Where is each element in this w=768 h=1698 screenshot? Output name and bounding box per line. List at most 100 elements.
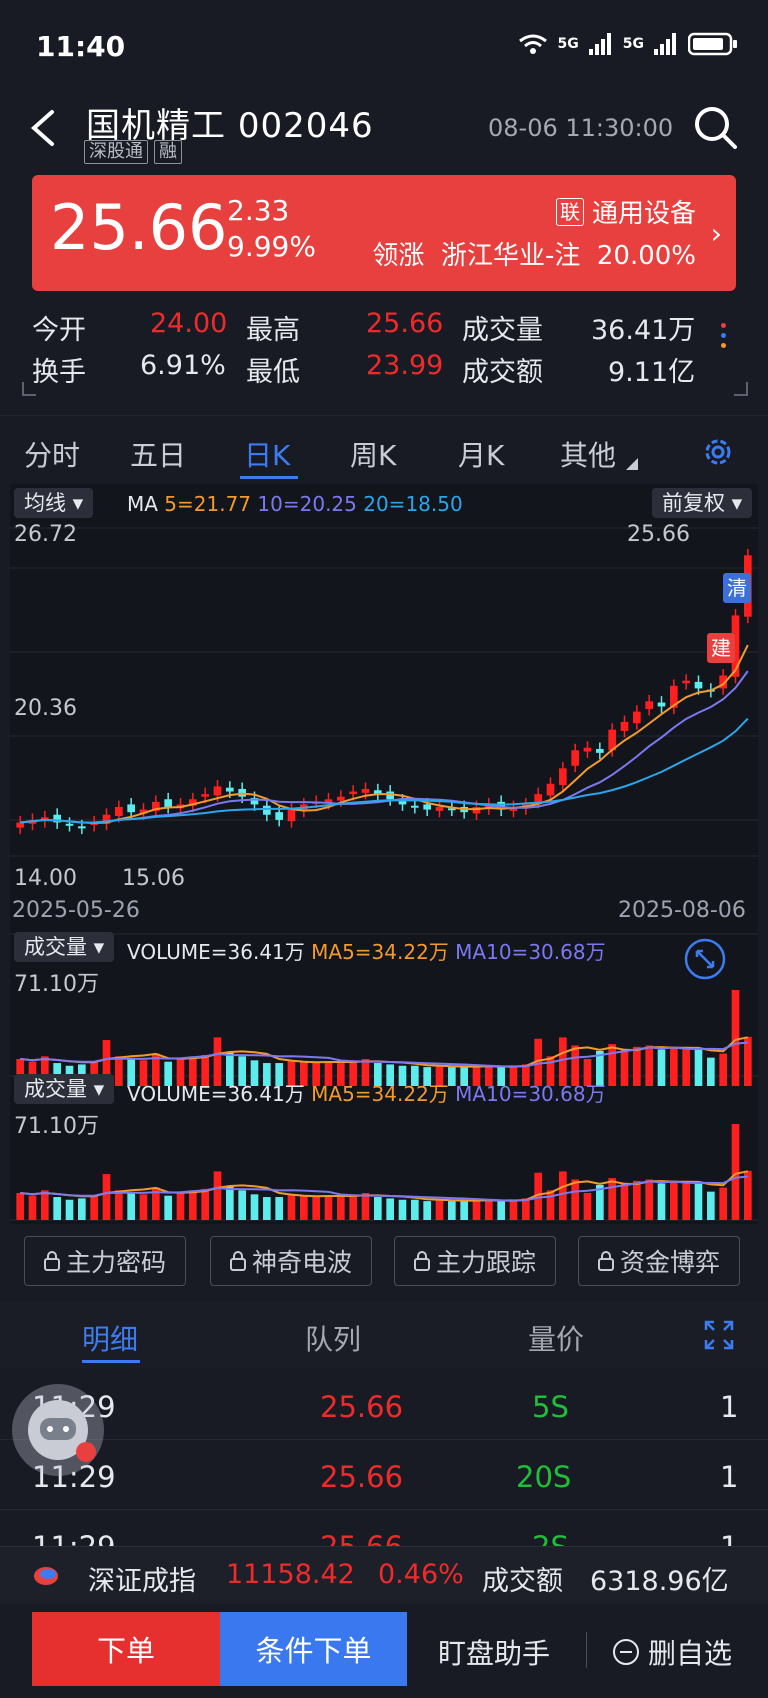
tab-volume-price[interactable]: 量价 xyxy=(528,1318,584,1358)
stock-header: 国机精工 002046 深股通 融 08-06 11:30:00 xyxy=(0,90,768,170)
candle-body xyxy=(423,804,431,810)
current-price: 25.66 xyxy=(50,191,228,264)
indicator-magic-wave[interactable]: 神奇电波 xyxy=(210,1236,372,1286)
volume-bar xyxy=(324,1195,333,1220)
indicator-main-tracking-label: 主力跟踪 xyxy=(435,1248,536,1277)
volume-bar xyxy=(250,1194,259,1220)
tab-five-day[interactable]: 五日 xyxy=(130,434,186,474)
conditional-order-button[interactable]: 条件下单 xyxy=(220,1612,407,1686)
gear-icon[interactable] xyxy=(700,434,736,470)
volume-bar xyxy=(102,1174,111,1220)
volume-bar xyxy=(633,1180,641,1220)
volume-bar xyxy=(682,1183,690,1220)
volume-bar xyxy=(374,1197,382,1220)
clock: 11:40 xyxy=(36,30,126,63)
ma-selector[interactable]: 均线 ▾ xyxy=(14,488,94,518)
low-label: 最低 xyxy=(246,357,300,388)
index-ticker-bar[interactable]: 深证成指 11158.42 0.46% 成交额 6318.96亿 xyxy=(0,1546,768,1604)
candle-body xyxy=(534,794,542,802)
candle-body xyxy=(164,799,172,808)
indicator-main-tracking[interactable]: 主力跟踪 xyxy=(394,1236,556,1286)
indicator-fund-game-label: 资金博弈 xyxy=(619,1248,720,1277)
latest-price-tag: 25.66 xyxy=(627,522,690,547)
indicator-fund-game[interactable]: 资金博弈 xyxy=(578,1236,740,1286)
volume-bar xyxy=(731,990,740,1086)
quote-datetime: 08-06 11:30:00 xyxy=(488,114,674,142)
tab-monthly-k[interactable]: 月K xyxy=(458,434,504,474)
candle-body xyxy=(583,747,592,752)
lock-icon xyxy=(597,1251,614,1271)
marker-jian[interactable]: 建 xyxy=(707,633,735,663)
more-dots-icon[interactable] xyxy=(718,318,728,353)
candle-body xyxy=(633,711,641,724)
index-value: 11158.42 xyxy=(226,1559,355,1590)
candle-body xyxy=(65,823,74,826)
open-value: 24.00 xyxy=(150,308,228,339)
tab-daily-k[interactable]: 日K xyxy=(244,434,290,474)
tab-intraday[interactable]: 分时 xyxy=(24,434,80,474)
volume-bar xyxy=(287,1194,296,1220)
price-banner[interactable]: 25.66 2.33 9.99% 联 通用设备 领涨 浙江华业-注 20.00%… xyxy=(32,175,736,291)
tab-other[interactable]: 其他 xyxy=(560,434,616,474)
search-icon[interactable] xyxy=(692,104,738,150)
candle-body xyxy=(682,680,690,684)
expand-corner-left[interactable] xyxy=(22,382,36,396)
volume-bar xyxy=(608,1044,616,1086)
volume-bar xyxy=(263,1197,271,1220)
volume-bar xyxy=(16,1192,24,1220)
volume-bar xyxy=(670,1180,678,1220)
volume-bar xyxy=(744,1036,752,1086)
status-bar: 11:40 5G 5G xyxy=(0,0,768,90)
watch-helper-button[interactable]: 盯盘助手 xyxy=(438,1632,550,1672)
volume-selector-2[interactable]: 成交量 ▾ xyxy=(14,1074,115,1104)
marker-qing[interactable]: 清 xyxy=(723,573,751,603)
stock-code: 002046 xyxy=(237,106,374,146)
volume-selector-1[interactable]: 成交量 ▾ xyxy=(14,932,115,962)
dropdown-triangle-icon xyxy=(626,458,638,470)
volume-bar xyxy=(657,1049,666,1086)
high-label: 最高 xyxy=(246,315,300,346)
amount-value: 9.11亿 xyxy=(608,357,696,388)
volume-ma5-1: MA5=34.22万 xyxy=(311,940,449,964)
divider xyxy=(586,1632,587,1668)
price-change: 2.33 9.99% xyxy=(227,193,316,265)
trade-list: 11:29 25.66 5S 1 11:29 25.66 20S 1 11:29… xyxy=(0,1370,768,1546)
turnover-label: 换手 xyxy=(32,357,86,388)
assistant-bubble[interactable] xyxy=(12,1384,104,1476)
stock-tags: 深股通 融 xyxy=(84,140,182,164)
volume-bar xyxy=(189,1190,197,1220)
candle-body xyxy=(337,796,345,801)
tab-detail[interactable]: 明细 xyxy=(82,1318,138,1358)
kline-chart-area[interactable]: 均线 ▾ MA 5=21.77 10=20.25 20=18.50 前复权 ▾ … xyxy=(10,484,758,1224)
trade-volume: 5S xyxy=(532,1390,569,1424)
index-percent: 0.46% xyxy=(378,1559,464,1590)
volume-ma10-1: MA10=30.68万 xyxy=(455,940,606,964)
volume-bar xyxy=(238,1190,246,1220)
leader-name: 浙江华业-注 xyxy=(440,241,581,271)
expand-corner-right[interactable] xyxy=(734,382,748,396)
remove-watchlist-button[interactable]: 删自选 xyxy=(612,1632,732,1672)
indicator-main-code[interactable]: 主力密码 xyxy=(24,1236,186,1286)
volume-bar xyxy=(485,1199,493,1220)
trade-price: 25.66 xyxy=(320,1530,403,1546)
candle-body xyxy=(645,701,653,710)
ma-label: MA xyxy=(127,492,158,516)
lock-icon xyxy=(229,1251,246,1271)
volume-bar xyxy=(275,1197,283,1220)
bottom-action-bar: 下单 条件下单 盯盘助手 删自选 xyxy=(0,1604,768,1698)
back-arrow-icon[interactable] xyxy=(28,108,58,148)
leader-percent: 20.00% xyxy=(596,241,696,271)
volume-bar xyxy=(657,1183,666,1220)
sector-leader: 领涨 浙江华业-注 20.00% xyxy=(372,235,696,272)
volume-bar xyxy=(312,1197,320,1220)
wifi-icon xyxy=(518,34,547,54)
tab-queue[interactable]: 队列 xyxy=(305,1318,361,1358)
volume-bar xyxy=(115,1056,123,1086)
sector-link[interactable]: 联 通用设备 xyxy=(555,193,696,230)
order-button[interactable]: 下单 xyxy=(32,1612,220,1686)
tab-weekly-k[interactable]: 周K xyxy=(350,434,396,474)
expand-icon[interactable] xyxy=(704,1320,734,1350)
volume-bar xyxy=(694,1048,703,1086)
adjust-selector[interactable]: 前复权 ▾ xyxy=(652,488,753,518)
fullscreen-circle-icon[interactable] xyxy=(684,938,726,980)
